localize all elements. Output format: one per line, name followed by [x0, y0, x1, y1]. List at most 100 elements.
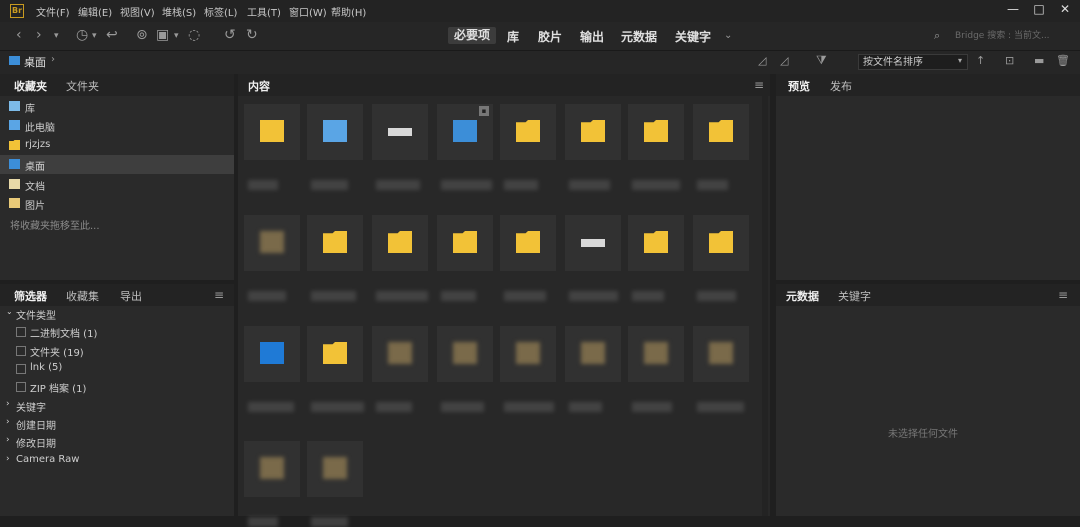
sort-ascending-icon[interactable]: ↑: [976, 54, 985, 67]
chevron-down-icon[interactable]: ▾: [54, 31, 59, 41]
camera-icon[interactable]: ⊚: [136, 27, 148, 43]
workspace-tab-output[interactable]: 输出: [580, 28, 604, 45]
tab-collections[interactable]: 收藏集: [66, 288, 99, 304]
thumbnail[interactable]: [307, 104, 363, 160]
thumbnail[interactable]: [565, 326, 621, 382]
thumbnail[interactable]: [693, 326, 749, 382]
menu-file[interactable]: 文件(F): [36, 4, 70, 19]
filter-section-date-created[interactable]: › 创建日期: [0, 415, 234, 433]
tab-folders[interactable]: 文件夹: [66, 78, 99, 94]
thumbnail-quality-icon[interactable]: ◿: [780, 54, 788, 67]
thumbnail[interactable]: [437, 326, 493, 382]
recent-history-icon[interactable]: ◷: [76, 27, 88, 43]
workspace-tab-filmstrip[interactable]: 胶片: [538, 28, 562, 45]
checkbox[interactable]: [16, 382, 26, 392]
filter-item[interactable]: 二进制文档 (1): [0, 323, 234, 341]
filter-item[interactable]: lnk (5): [0, 360, 234, 378]
thumbnail[interactable]: [372, 326, 428, 382]
filter-star-icon[interactable]: ⧩: [816, 53, 827, 68]
close-icon[interactable]: ✕: [1052, 2, 1078, 18]
favorite-item-documents[interactable]: 文档: [0, 175, 234, 194]
quality-icon[interactable]: ◿: [758, 54, 766, 67]
filter-item[interactable]: ZIP 档案 (1): [0, 378, 234, 396]
thumbnail[interactable]: [372, 215, 428, 271]
open-in-camera-raw-icon[interactable]: ◌: [188, 27, 200, 43]
new-folder-icon[interactable]: ▬: [1034, 54, 1044, 67]
sort-select[interactable]: 按文件名排序: [858, 54, 968, 70]
workspace-tab-keywords[interactable]: 关键字: [675, 28, 711, 45]
favorite-item-library[interactable]: 库: [0, 97, 234, 116]
workspace-more-chevron-icon[interactable]: ⌄: [724, 30, 732, 41]
thumbnail[interactable]: [628, 326, 684, 382]
thumbnail[interactable]: [565, 104, 621, 160]
thumbnail[interactable]: [244, 326, 300, 382]
filter-section-keywords[interactable]: › 关键字: [0, 397, 234, 415]
thumbnail[interactable]: [500, 104, 556, 160]
rotate-right-icon[interactable]: ↻: [246, 27, 258, 43]
tab-export[interactable]: 导出: [120, 288, 142, 304]
thumbnail[interactable]: [500, 326, 556, 382]
thumbnail[interactable]: [307, 441, 363, 497]
favorite-item-desktop[interactable]: 桌面: [0, 155, 234, 174]
thumbnail[interactable]: [693, 215, 749, 271]
workspace-tab-metadata[interactable]: 元数据: [621, 28, 657, 45]
thumbnail[interactable]: [244, 441, 300, 497]
workspace-tab-essentials[interactable]: 必要项: [448, 27, 497, 44]
thumbnail[interactable]: [628, 104, 684, 160]
menu-window[interactable]: 窗口(W): [289, 4, 327, 19]
thumbnail[interactable]: ▪: [437, 104, 493, 160]
open-recent-icon[interactable]: ⊡: [1005, 54, 1014, 67]
forward-arrow-icon[interactable]: ›: [36, 27, 42, 43]
breadcrumb[interactable]: 桌面: [24, 54, 46, 70]
thumbnail[interactable]: [565, 215, 621, 271]
tab-metadata[interactable]: 元数据: [786, 288, 819, 304]
tab-keywords[interactable]: 关键字: [838, 288, 871, 304]
filter-section-date-modified[interactable]: › 修改日期: [0, 433, 234, 451]
filter-section-file-type[interactable]: ⌄ 文件类型: [0, 305, 234, 323]
thumbnail[interactable]: [693, 104, 749, 160]
favorite-item-rjzjzs[interactable]: rjzjzs: [0, 136, 234, 155]
menu-edit[interactable]: 编辑(E): [78, 4, 112, 19]
checkbox[interactable]: [16, 327, 26, 337]
refine-icon[interactable]: ▣: [156, 27, 169, 43]
menu-view[interactable]: 视图(V): [120, 4, 155, 19]
menu-label[interactable]: 标签(L): [204, 4, 237, 19]
filter-section-camera-raw[interactable]: › Camera Raw: [0, 452, 234, 470]
trash-icon[interactable]: 🗑: [1056, 54, 1070, 67]
panel-menu-icon[interactable]: ≡: [754, 78, 764, 92]
minimize-icon[interactable]: —: [1000, 2, 1026, 18]
maximize-icon[interactable]: □: [1026, 2, 1052, 18]
tab-favorites[interactable]: 收藏夹: [14, 78, 47, 94]
checkbox[interactable]: [16, 364, 26, 374]
thumbnail[interactable]: [244, 104, 300, 160]
thumbnail[interactable]: [244, 215, 300, 271]
thumbnail[interactable]: [628, 215, 684, 271]
favorite-item-pictures[interactable]: 图片: [0, 194, 234, 213]
favorite-item-this-pc[interactable]: 此电脑: [0, 116, 234, 135]
checkbox[interactable]: [16, 346, 26, 356]
thumbnail[interactable]: [307, 215, 363, 271]
boomerang-icon[interactable]: ↩: [106, 27, 118, 43]
thumbnail[interactable]: [437, 215, 493, 271]
tab-preview[interactable]: 预览: [788, 78, 810, 94]
tab-filter[interactable]: 筛选器: [14, 288, 47, 304]
menu-tools[interactable]: 工具(T): [247, 4, 281, 19]
breadcrumb-chevron-icon[interactable]: ›: [51, 54, 55, 65]
search-input[interactable]: Bridge 搜索 : 当前文...: [955, 28, 1073, 44]
content-scrollbar[interactable]: [762, 96, 768, 516]
workspace-tab-libraries[interactable]: 库: [507, 28, 519, 45]
back-arrow-icon[interactable]: ‹: [16, 27, 22, 43]
thumbnail[interactable]: [372, 104, 428, 160]
tab-publish[interactable]: 发布: [830, 78, 852, 94]
chevron-down-icon[interactable]: ▾: [174, 31, 179, 41]
chevron-down-icon[interactable]: ▾: [92, 31, 97, 41]
panel-menu-icon[interactable]: ≡: [214, 288, 224, 302]
panel-menu-icon[interactable]: ≡: [1058, 288, 1068, 302]
menu-help[interactable]: 帮助(H): [331, 4, 366, 19]
search-icon[interactable]: ⌕: [934, 29, 940, 43]
rotate-left-icon[interactable]: ↺: [224, 27, 236, 43]
menu-stack[interactable]: 堆栈(S): [162, 4, 196, 19]
filter-item[interactable]: 文件夹 (19): [0, 342, 234, 360]
thumbnail[interactable]: [500, 215, 556, 271]
thumbnail[interactable]: [307, 326, 363, 382]
